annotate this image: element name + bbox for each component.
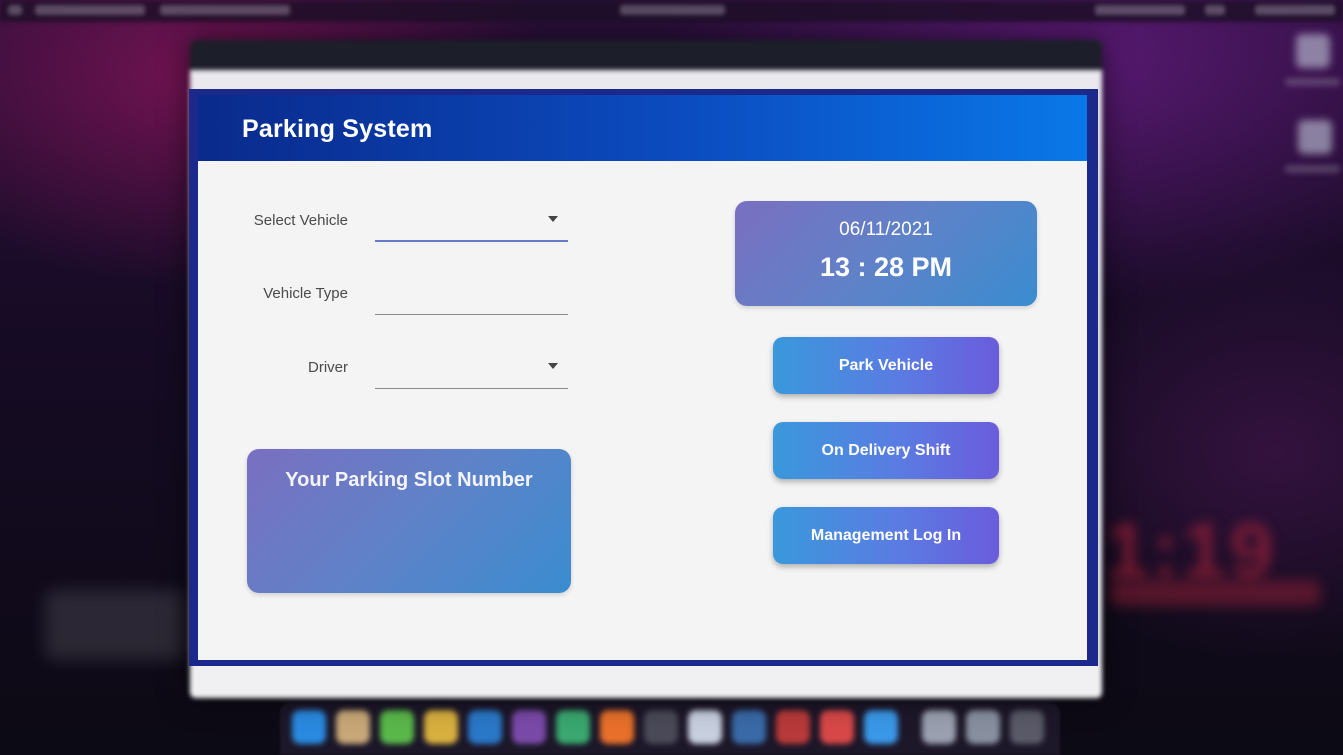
app-header: Parking System (198, 95, 1087, 161)
desktop-menubar (0, 0, 1343, 22)
dock-app-icon[interactable] (556, 710, 590, 744)
dock-app-icon[interactable] (468, 710, 502, 744)
desktop-drive-icon (1296, 34, 1330, 68)
dock-app-icon[interactable] (820, 710, 854, 744)
dock-app-icon[interactable] (380, 710, 414, 744)
vehicle-type-label: Vehicle Type (263, 285, 348, 302)
dock-app-icon[interactable] (512, 710, 546, 744)
wallpaper-date (1110, 580, 1320, 606)
dock-app-icon[interactable] (864, 710, 898, 744)
dock-app-icon[interactable] (966, 710, 1000, 744)
dock-app-icon[interactable] (644, 710, 678, 744)
wallpaper-glyph (45, 590, 185, 660)
dock-finder-icon[interactable] (292, 710, 326, 744)
app-window: Parking System Select Vehicle Vehicle Ty… (189, 89, 1098, 666)
dock-chrome-icon[interactable] (424, 710, 458, 744)
background-window-titlebar (190, 40, 1102, 70)
chevron-down-icon (548, 363, 558, 369)
dock-app-icon[interactable] (1010, 710, 1044, 744)
parking-slot-card: Your Parking Slot Number (247, 449, 571, 593)
dock-app-icon[interactable] (922, 710, 956, 744)
date-time-card: 06/11/2021 13 : 28 PM (735, 201, 1037, 306)
driver-label: Driver (308, 359, 348, 376)
dock-app-icon[interactable] (336, 710, 370, 744)
dock-app-icon[interactable] (776, 710, 810, 744)
management-log-in-button[interactable]: Management Log In (773, 507, 999, 564)
current-date: 06/11/2021 (839, 219, 933, 240)
desktop-file-icon (1298, 120, 1332, 154)
vehicle-type-field[interactable] (375, 271, 568, 315)
desktop-icon-label (1285, 78, 1340, 86)
dock-app-icon[interactable] (732, 710, 766, 744)
current-time: 13 : 28 PM (819, 252, 953, 282)
app-content: Parking System Select Vehicle Vehicle Ty… (198, 95, 1087, 660)
on-delivery-shift-button[interactable]: On Delivery Shift (773, 422, 999, 479)
parking-slot-title: Your Parking Slot Number (285, 469, 533, 491)
select-vehicle-label: Select Vehicle (253, 212, 348, 229)
app-title: Parking System (242, 115, 433, 143)
dock-app-icon[interactable] (688, 710, 722, 744)
select-vehicle-dropdown[interactable] (375, 198, 568, 242)
dock-app-icon[interactable] (600, 710, 634, 744)
desktop-icon-label (1285, 165, 1340, 173)
driver-dropdown[interactable] (375, 345, 568, 389)
background-window-footer (190, 664, 1102, 698)
park-vehicle-button[interactable]: Park Vehicle (773, 337, 999, 394)
chevron-down-icon (548, 216, 558, 222)
